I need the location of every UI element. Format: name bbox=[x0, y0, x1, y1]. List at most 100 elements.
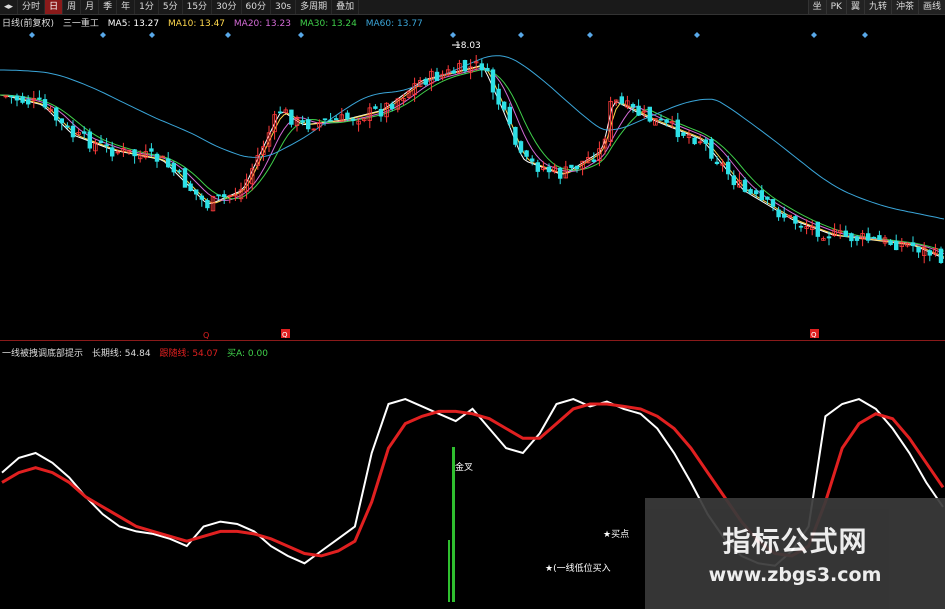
candle-body bbox=[636, 105, 641, 116]
candle-body bbox=[496, 88, 501, 105]
candle-body bbox=[731, 175, 736, 186]
candle-body bbox=[754, 190, 759, 195]
candle-body bbox=[714, 161, 720, 165]
candle-body bbox=[647, 106, 652, 122]
candle-body bbox=[938, 248, 944, 263]
candle-body bbox=[815, 221, 820, 237]
sub-chart-info-bar: 一线被拽调底部提示 长期线: 54.84 跟随线: 54.07 买A: 0.00 bbox=[2, 346, 274, 359]
candle-body bbox=[546, 166, 552, 173]
candle-body bbox=[42, 99, 48, 108]
callout-buy: ★买点 bbox=[603, 530, 630, 540]
candle-body bbox=[37, 97, 42, 100]
candle-body bbox=[748, 189, 753, 194]
candle-body bbox=[59, 118, 64, 124]
candle-body bbox=[709, 139, 714, 159]
watermark-url: www.zbgs3.com bbox=[708, 564, 882, 586]
candle-body bbox=[681, 132, 686, 136]
candle-body bbox=[871, 236, 876, 239]
candle-body bbox=[849, 233, 854, 242]
candle-body bbox=[518, 141, 524, 153]
candle-body bbox=[927, 250, 932, 256]
buy-value: 买A: 0.00 bbox=[226, 349, 268, 359]
candle-body bbox=[630, 104, 636, 108]
signal-diamond-8 bbox=[694, 32, 700, 38]
candle-body bbox=[289, 109, 294, 125]
signal-diamond-7 bbox=[587, 32, 593, 38]
candle-body bbox=[9, 95, 14, 98]
candle-body bbox=[530, 158, 535, 162]
candle-body bbox=[490, 69, 496, 93]
candle-body bbox=[765, 196, 770, 200]
candle-body bbox=[98, 140, 104, 144]
candle-body bbox=[221, 194, 227, 198]
candle-body bbox=[110, 147, 115, 157]
candle-body bbox=[389, 103, 395, 110]
candle-body bbox=[82, 131, 87, 134]
pane-divider[interactable] bbox=[0, 340, 945, 341]
sub-indicator-name: 一线被拽调底部提示 bbox=[2, 349, 84, 359]
callout-tip: ★(一线低位买入 bbox=[545, 564, 611, 574]
candle-body bbox=[154, 153, 160, 162]
peak-price-label: 18.03 bbox=[455, 41, 481, 51]
candle-body bbox=[843, 230, 848, 237]
candle-body bbox=[866, 233, 871, 241]
candle-body bbox=[558, 167, 563, 179]
candle-body bbox=[793, 216, 798, 224]
candle-body bbox=[782, 213, 787, 218]
candle-body bbox=[501, 101, 507, 110]
candle-body bbox=[434, 71, 440, 82]
candle-body bbox=[894, 240, 899, 251]
follow-line-value: 跟随线: 54.07 bbox=[159, 349, 219, 359]
candle-body bbox=[87, 131, 92, 149]
candle-body bbox=[378, 109, 384, 117]
candle-body bbox=[877, 235, 882, 240]
candle-body bbox=[65, 125, 70, 128]
candle-body bbox=[826, 236, 832, 239]
callout-jinchang: 金叉 bbox=[455, 463, 474, 473]
watermark-title: 指标公式网 bbox=[722, 525, 868, 558]
candle-body bbox=[726, 161, 731, 175]
long-line-value: 长期线: 54.84 bbox=[91, 349, 151, 359]
candle-body bbox=[664, 119, 669, 123]
candle-body bbox=[591, 159, 596, 162]
signal-diamond-4 bbox=[298, 32, 304, 38]
candle-body bbox=[513, 126, 518, 145]
candle-body bbox=[776, 209, 781, 218]
candle-body bbox=[25, 99, 31, 105]
candle-body bbox=[216, 194, 221, 197]
ma-line-4 bbox=[0, 55, 945, 220]
candle-body bbox=[277, 111, 283, 114]
signal-diamond-1 bbox=[100, 32, 106, 38]
buy-signal-bar-small bbox=[448, 540, 450, 602]
candlesticks bbox=[3, 55, 944, 264]
signal-diamond-10 bbox=[862, 32, 868, 38]
candle-body bbox=[675, 119, 680, 138]
signal-diamond-5 bbox=[450, 32, 456, 38]
candle-body bbox=[619, 96, 624, 104]
candle-body bbox=[328, 119, 333, 122]
q-marker-3: Q bbox=[811, 331, 817, 339]
candle-body bbox=[188, 183, 193, 191]
candle-body bbox=[910, 242, 916, 247]
candle-body bbox=[104, 144, 109, 147]
candle-body bbox=[193, 189, 199, 195]
candle-body bbox=[703, 139, 708, 144]
candle-body bbox=[692, 137, 697, 145]
candle-body bbox=[742, 179, 748, 192]
candle-body bbox=[770, 199, 776, 207]
ma-line-2 bbox=[0, 68, 945, 255]
candle-body bbox=[205, 200, 210, 209]
candle-body bbox=[485, 67, 490, 72]
candle-body bbox=[345, 112, 350, 120]
candle-body bbox=[182, 168, 188, 188]
candle-body bbox=[199, 195, 204, 200]
candle-body bbox=[132, 149, 137, 157]
candle-body bbox=[20, 96, 25, 103]
candle-body bbox=[373, 106, 378, 109]
candle-body bbox=[798, 225, 804, 228]
signal-diamond-6 bbox=[518, 32, 524, 38]
candle-body bbox=[462, 59, 468, 72]
candle-body bbox=[177, 170, 182, 173]
signal-diamond-9 bbox=[811, 32, 817, 38]
signal-diamond-3 bbox=[225, 32, 231, 38]
